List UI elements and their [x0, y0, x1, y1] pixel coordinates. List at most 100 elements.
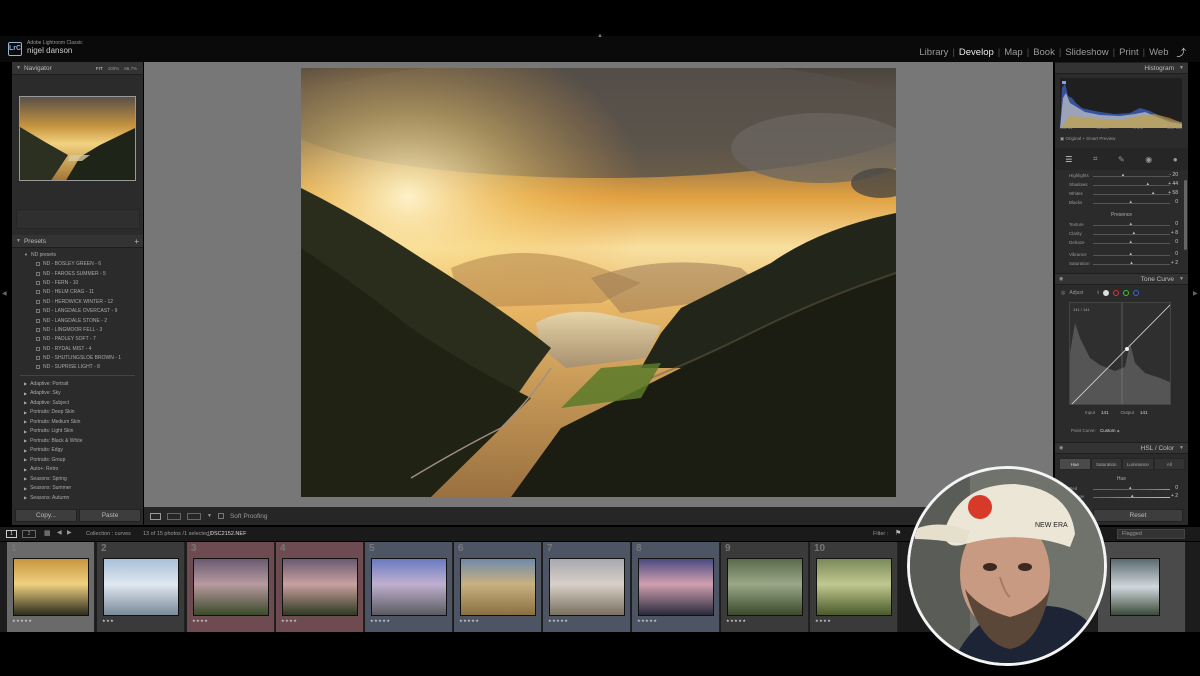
- module-book[interactable]: Book: [1033, 47, 1055, 58]
- slider-knob[interactable]: ▴: [1133, 231, 1137, 236]
- histogram-header[interactable]: Histogram ▼: [1055, 62, 1188, 74]
- slider-track[interactable]: [1093, 194, 1170, 195]
- preset-item[interactable]: ND - HELM CRAG - 11: [12, 288, 143, 297]
- left-panel-arrow-icon[interactable]: ◀: [2, 290, 7, 297]
- paste-settings-button[interactable]: Paste: [79, 509, 141, 522]
- forward-arrow-icon[interactable]: ▶: [67, 529, 72, 536]
- filmstrip-thumbnail[interactable]: [103, 558, 179, 616]
- preset-group[interactable]: ▶ Portraits: Deep Skin: [12, 408, 143, 418]
- slider-knob[interactable]: ▴: [1130, 240, 1134, 245]
- star-rating[interactable]: ★★★★: [192, 618, 208, 623]
- filmstrip-cell[interactable]: 3 ★★★★: [187, 542, 275, 632]
- preset-group[interactable]: ▶ Auto+: Retro: [12, 465, 143, 475]
- tone-curve-header[interactable]: ◉ Tone Curve ▼: [1055, 273, 1188, 285]
- filmstrip-thumbnail[interactable]: [193, 558, 269, 616]
- point-curve-rgb-icon[interactable]: [1102, 290, 1109, 296]
- tone-curve-graph[interactable]: 141 / 141: [1069, 302, 1171, 405]
- tab-hue[interactable]: Hue: [1059, 458, 1091, 470]
- selected-filename[interactable]: _DSC2152.NEF: [207, 531, 246, 537]
- module-web[interactable]: Web: [1149, 47, 1168, 58]
- navigator-preview[interactable]: [19, 96, 136, 181]
- tab-saturation[interactable]: Saturation: [1090, 458, 1122, 470]
- blue-channel-icon[interactable]: [1132, 290, 1139, 296]
- cloud-sync-icon[interactable]: ⤴: [1176, 45, 1186, 59]
- slider-highlights[interactable]: Highlights ▴ - 20: [1055, 172, 1188, 180]
- red-channel-icon[interactable]: [1112, 290, 1119, 296]
- healing-icon[interactable]: ✎: [1118, 155, 1125, 164]
- zoom-fit[interactable]: FIT: [96, 66, 103, 71]
- preset-item[interactable]: ND - BOSLEY GREEN - 6: [12, 260, 143, 269]
- star-rating[interactable]: ★★★★: [281, 618, 297, 623]
- filmstrip-thumbnail[interactable]: [727, 558, 803, 616]
- filmstrip-cell[interactable]: 7 ★★★★★: [543, 542, 631, 632]
- crop-icon[interactable]: ⌗: [1093, 154, 1098, 164]
- filmstrip-cell[interactable]: 6 ★★★★★: [454, 542, 542, 632]
- slider-whites[interactable]: Whites ▴ + 58: [1055, 190, 1188, 198]
- module-slideshow[interactable]: Slideshow: [1065, 47, 1108, 58]
- flag-filter-icon[interactable]: ⚑: [895, 529, 901, 537]
- filmstrip-cell[interactable]: [1098, 542, 1186, 632]
- window-1-button[interactable]: 1: [6, 530, 17, 538]
- preset-item[interactable]: ND - SHUTLINGSLOE BROWN - 1: [12, 353, 143, 362]
- slider-knob[interactable]: ▴: [1129, 486, 1133, 491]
- filmstrip-thumbnail[interactable]: [371, 558, 447, 616]
- presets-header[interactable]: ▼ Presets +: [12, 235, 143, 248]
- preset-group-nd[interactable]: ▼ ND presets: [12, 250, 143, 260]
- parametric-curve-icon[interactable]: ℓ: [1097, 290, 1099, 296]
- module-develop[interactable]: Develop: [959, 47, 994, 58]
- edit-sliders-icon[interactable]: ☰: [1065, 155, 1072, 164]
- point-curve-selector[interactable]: Point Curve: Custom ◆: [1071, 428, 1120, 433]
- green-channel-icon[interactable]: [1122, 290, 1129, 296]
- slider-knob[interactable]: ▴: [1130, 252, 1134, 257]
- preset-item[interactable]: ND - LINGMOOR FELL - 3: [12, 325, 143, 334]
- panel-toggle-eye-icon[interactable]: ◉: [1059, 276, 1063, 282]
- slider-texture[interactable]: Texture ▴ 0: [1055, 221, 1188, 229]
- star-rating[interactable]: ★★★★★: [459, 618, 479, 623]
- tab-luminance[interactable]: Luminance: [1122, 458, 1154, 470]
- preset-group[interactable]: ▶ Seasons: Spring: [12, 474, 143, 484]
- slider-saturation[interactable]: Saturation ▴ + 2: [1055, 260, 1188, 268]
- preset-group[interactable]: ▶ Portraits: Group: [12, 455, 143, 465]
- module-print[interactable]: Print: [1119, 47, 1139, 58]
- preset-group[interactable]: ▶ Portraits: Black & White: [12, 436, 143, 446]
- grid-view-icon[interactable]: ▦: [44, 529, 51, 537]
- before-after-icon[interactable]: [167, 512, 181, 520]
- slider-knob[interactable]: ▴: [1130, 222, 1134, 227]
- preset-group[interactable]: ▶ Adaptive: Subject: [12, 398, 143, 408]
- slider-vibrance[interactable]: Vibrance ▴ 0: [1055, 251, 1188, 259]
- filmstrip-thumbnail[interactable]: [460, 558, 536, 616]
- filmstrip-thumbnail[interactable]: [638, 558, 714, 616]
- star-rating[interactable]: ★★★★★: [370, 618, 390, 623]
- collection-name[interactable]: Collection : curves: [86, 531, 131, 537]
- slider-knob[interactable]: ▴: [1152, 191, 1156, 196]
- slider-blacks[interactable]: Blacks ▴ 0: [1055, 199, 1188, 207]
- star-rating[interactable]: ★★★: [102, 618, 114, 623]
- navigator-header[interactable]: ▼ Navigator FIT 100% 66.7%: [12, 62, 143, 75]
- preset-item[interactable]: ND - RYDAL MIST - 4: [12, 344, 143, 353]
- star-rating[interactable]: ★★★★: [815, 618, 831, 623]
- filmstrip-thumbnail[interactable]: [816, 558, 892, 616]
- panel-toggle-eye-icon[interactable]: ◉: [1059, 445, 1063, 451]
- collapse-top-arrow-icon[interactable]: ▲: [597, 33, 603, 39]
- slider-track[interactable]: [1093, 176, 1170, 177]
- reset-button[interactable]: Reset: [1093, 509, 1183, 522]
- slider-knob[interactable]: ▴: [1130, 261, 1134, 266]
- slider-dehaze[interactable]: Dehaze ▴ 0: [1055, 239, 1188, 247]
- slider-track[interactable]: [1093, 234, 1170, 235]
- filmstrip-cell[interactable]: 8 ★★★★★: [632, 542, 720, 632]
- slider-knob[interactable]: ▴: [1146, 182, 1150, 187]
- module-library[interactable]: Library: [919, 47, 948, 58]
- window-2-button[interactable]: 2: [22, 530, 36, 538]
- preset-group[interactable]: ▶ Adaptive: Portrait: [12, 379, 143, 389]
- targeted-adjustment-icon[interactable]: ◎: [1061, 290, 1065, 296]
- preset-group[interactable]: ▶ Adaptive: Sky: [12, 389, 143, 399]
- slider-clarity[interactable]: Clarity ▴ + 8: [1055, 230, 1188, 238]
- zoom-100[interactable]: 100%: [108, 66, 120, 71]
- slider-shadows[interactable]: Shadows ▴ + 44: [1055, 181, 1188, 189]
- preset-group[interactable]: ▶ Portraits: Edgy: [12, 446, 143, 456]
- copy-settings-button[interactable]: Copy...: [15, 509, 77, 522]
- filmstrip-thumbnail[interactable]: [282, 558, 358, 616]
- filmstrip-thumbnail[interactable]: [549, 558, 625, 616]
- preset-item[interactable]: ND - FERN - 10: [12, 278, 143, 287]
- right-panel-arrow-icon[interactable]: ▶: [1193, 290, 1198, 297]
